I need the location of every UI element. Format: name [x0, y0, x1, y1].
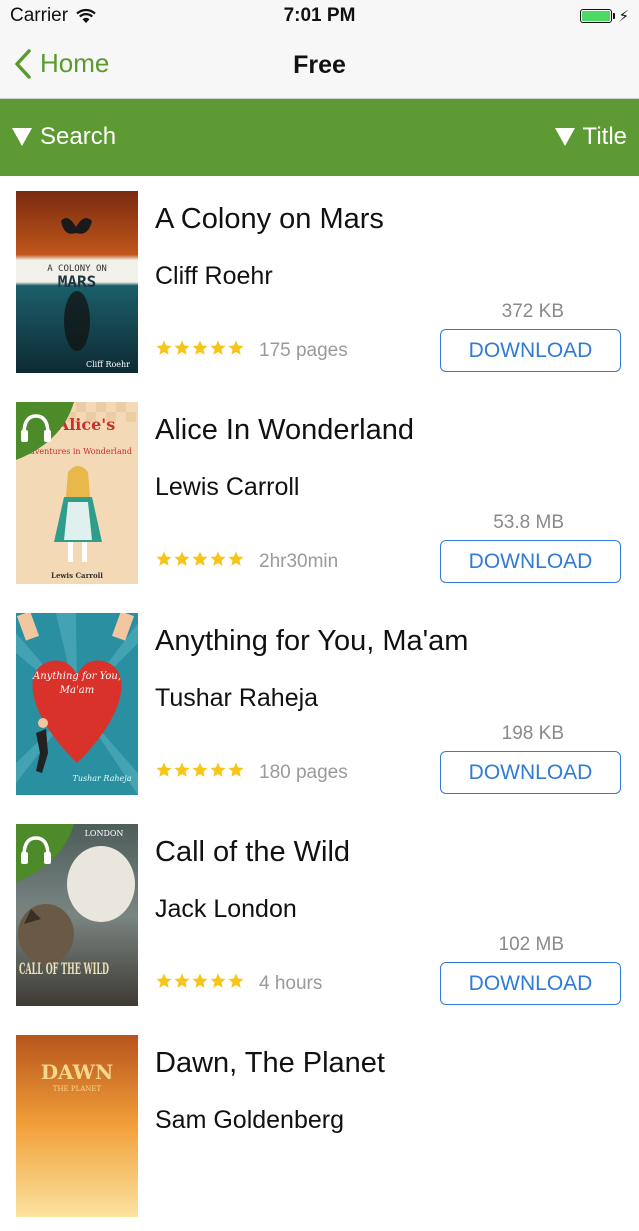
status-bar: Carrier 7:01 PM ⚡	[0, 0, 639, 32]
headphones-icon	[16, 402, 74, 460]
book-author: Sam Goldenberg	[155, 1106, 345, 1134]
star-icon	[210, 340, 226, 355]
book-title: A Colony on Mars	[155, 203, 384, 235]
file-size: 198 KB	[501, 723, 564, 744]
book-length: 4 hours	[259, 973, 323, 994]
book-author: Cliff Roehr	[155, 262, 273, 290]
star-icon	[156, 340, 172, 355]
triangle-down-icon	[554, 128, 575, 146]
rating-stars	[155, 339, 245, 357]
book-title: Call of the Wild	[155, 836, 351, 868]
filter-bar: Search Title	[0, 99, 639, 176]
book-title: Dawn, The Planet	[155, 1047, 385, 1079]
back-label: Home	[40, 48, 110, 78]
star-icon	[174, 973, 190, 988]
download-button[interactable]: DOWNLOAD	[440, 962, 621, 1005]
cover-author: Tushar Raheja	[73, 774, 132, 783]
book-cover: Alice's Adventures in Wonderland Lewis C…	[16, 402, 138, 584]
book-row[interactable]: A COLONY ON MARS Cliff Roehr A Colony on…	[0, 176, 639, 387]
book-title: Anything for You, Ma'am	[155, 625, 469, 657]
chevron-left-icon	[15, 48, 31, 79]
battery-icon: ⚡	[580, 7, 629, 25]
star-icon	[174, 551, 190, 566]
star-icon	[192, 551, 208, 566]
cover-title: LONDON	[85, 829, 124, 838]
star-icon	[174, 762, 190, 777]
star-icon	[156, 762, 172, 777]
file-size: 53.8 MB	[493, 512, 564, 533]
cover-title: DAWN	[41, 1060, 114, 1084]
book-cover: DAWN THE PLANET	[16, 1035, 138, 1217]
book-row[interactable]: DAWN THE PLANET Dawn, The Planet Sam Gol…	[0, 1020, 639, 1231]
status-time: 7:01 PM	[283, 5, 356, 26]
search-filter-label: Search	[40, 123, 117, 150]
star-icon	[228, 551, 244, 566]
back-button[interactable]: Home	[14, 48, 109, 79]
sort-title-label: Title	[582, 123, 627, 150]
star-icon	[228, 973, 244, 988]
rating-stars	[155, 972, 245, 990]
book-row[interactable]: Anything for You, Ma'am Tushar Raheja An…	[0, 598, 639, 809]
file-size: 102 MB	[498, 934, 564, 955]
cover-title: Anything for You,	[32, 671, 121, 682]
book-author: Tushar Raheja	[155, 684, 319, 712]
book-author: Lewis Carroll	[155, 473, 300, 501]
charging-icon: ⚡	[618, 8, 629, 25]
book-row[interactable]: LONDON CALL OF THE WILD Call of the Wild…	[0, 809, 639, 1020]
navigation-bar: Home Free	[0, 32, 639, 99]
book-cover: LONDON CALL OF THE WILD	[16, 824, 138, 1006]
star-icon	[192, 973, 208, 988]
book-author: Jack London	[155, 895, 297, 923]
cover-subtitle: CALL OF THE WILD	[19, 959, 109, 978]
rating-stars	[155, 761, 245, 779]
star-icon	[210, 551, 226, 566]
cover-author: Lewis Carroll	[51, 571, 103, 580]
book-length: 175 pages	[259, 340, 348, 361]
book-cover: Anything for You, Ma'am Tushar Raheja	[16, 613, 138, 795]
star-icon	[156, 973, 172, 988]
star-icon	[156, 551, 172, 566]
search-filter-button[interactable]: Search	[12, 123, 116, 151]
star-icon	[192, 762, 208, 777]
star-icon	[192, 340, 208, 355]
star-icon	[174, 340, 190, 355]
star-icon	[228, 340, 244, 355]
star-icon	[228, 762, 244, 777]
cover-subtitle: Ma'am	[59, 685, 94, 696]
download-button[interactable]: DOWNLOAD	[440, 329, 621, 372]
rating-stars	[155, 550, 245, 568]
headphones-icon	[16, 824, 74, 882]
book-title: Alice In Wonderland	[155, 414, 415, 446]
book-list: A COLONY ON MARS Cliff Roehr A Colony on…	[0, 176, 639, 1231]
star-icon	[210, 762, 226, 777]
cover-subtitle: THE PLANET	[53, 1085, 102, 1093]
book-length: 2hr30min	[259, 551, 339, 572]
cover-subtitle: MARS	[58, 272, 97, 291]
book-length: 180 pages	[259, 762, 348, 783]
book-cover: A COLONY ON MARS Cliff Roehr	[16, 191, 138, 373]
book-row[interactable]: Alice's Adventures in Wonderland Lewis C…	[0, 387, 639, 598]
sort-title-button[interactable]: Title	[554, 123, 627, 151]
download-button[interactable]: DOWNLOAD	[440, 540, 621, 583]
cover-author: Cliff Roehr	[86, 360, 130, 369]
triangle-down-icon	[12, 128, 32, 146]
download-button[interactable]: DOWNLOAD	[440, 751, 621, 794]
file-size: 372 KB	[501, 301, 564, 322]
star-icon	[210, 973, 226, 988]
